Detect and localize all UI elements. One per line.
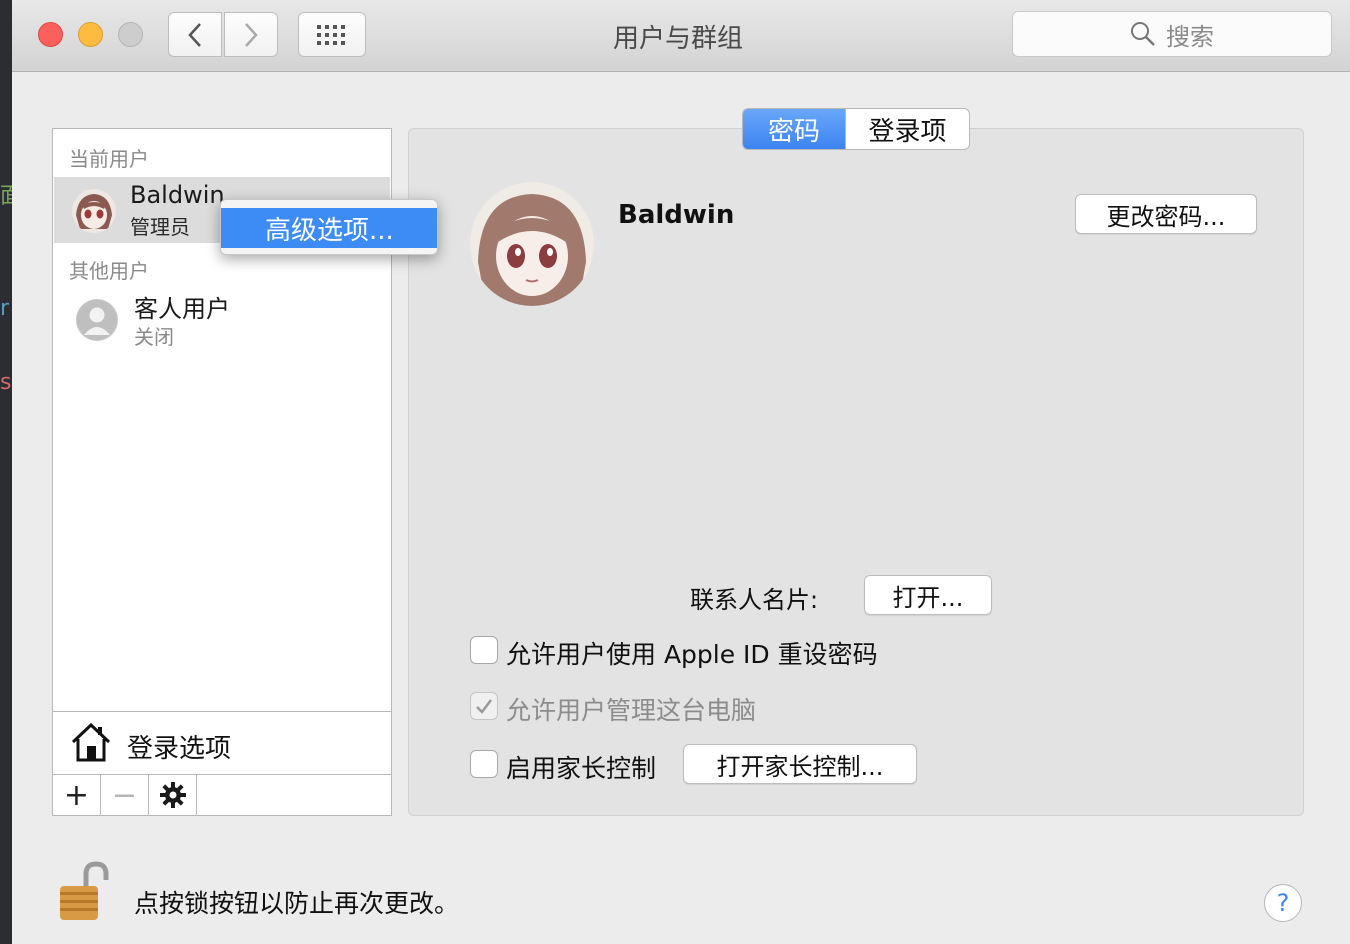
- chevron-right-icon: [245, 22, 258, 47]
- selected-user-name: Baldwin: [618, 200, 735, 230]
- contact-card-label: 联系人名片:: [690, 586, 819, 614]
- forward-button[interactable]: [224, 12, 278, 57]
- change-password-button[interactable]: 更改密码...: [1075, 194, 1257, 234]
- parental-controls-label: 启用家长控制: [506, 754, 657, 783]
- user-avatar-large[interactable]: [470, 182, 594, 306]
- user-role: 管理员: [130, 215, 190, 239]
- apple-id-reset-label: 允许用户使用 Apple ID 重设密码: [506, 640, 878, 669]
- advanced-options-menu-item[interactable]: 高级选项...: [221, 208, 437, 248]
- search-field[interactable]: 搜索: [1012, 11, 1332, 57]
- grid-icon: [317, 24, 345, 45]
- guest-name: 客人用户: [134, 295, 230, 323]
- gear-icon: [159, 782, 186, 808]
- user-name: Baldwin: [130, 181, 225, 209]
- open-parental-controls-button[interactable]: 打开家长控制...: [683, 744, 917, 784]
- list-toolbar: + −: [53, 775, 391, 815]
- lock-icon[interactable]: [58, 860, 110, 924]
- minimize-window-button[interactable]: [78, 22, 103, 47]
- current-users-heading: 当前用户: [69, 147, 149, 171]
- window-title: 用户与群组: [612, 24, 743, 54]
- admin-label: 允许用户管理这台电脑: [506, 696, 757, 725]
- back-button[interactable]: [168, 12, 222, 57]
- guest-avatar-icon: [76, 299, 118, 341]
- zoom-window-button[interactable]: [118, 22, 143, 47]
- lock-message: 点按锁按钮以防止再次更改。: [134, 889, 460, 918]
- remove-user-button[interactable]: −: [101, 775, 149, 815]
- admin-checkbox: [470, 692, 498, 720]
- checkmark-icon: [476, 699, 492, 714]
- other-users-heading: 其他用户: [69, 259, 149, 283]
- action-menu-button[interactable]: [149, 775, 197, 815]
- tab-login-items[interactable]: 登录项: [845, 109, 969, 149]
- title-bar: 用户与群组 搜索: [12, 0, 1350, 72]
- show-all-button[interactable]: [298, 12, 366, 57]
- open-contact-card-button[interactable]: 打开...: [864, 575, 992, 615]
- tab-password[interactable]: 密码: [743, 109, 845, 149]
- panel-tabs: 密码 登录项: [742, 108, 970, 150]
- apple-id-reset-checkbox[interactable]: [470, 636, 498, 664]
- help-button[interactable]: ?: [1264, 884, 1302, 922]
- search-icon: [1131, 22, 1155, 46]
- add-user-button[interactable]: +: [53, 775, 101, 815]
- desktop-edge-glyph: r: [0, 296, 10, 321]
- desktop-edge-glyph: s: [0, 370, 12, 395]
- desktop-edge-glyph: 面: [0, 184, 12, 209]
- login-options-row[interactable]: 登录选项: [53, 711, 391, 775]
- chevron-left-icon: [188, 22, 201, 47]
- user-row-guest[interactable]: 客人用户 关闭: [54, 285, 390, 355]
- context-menu: 高级选项...: [220, 199, 438, 255]
- house-icon: [71, 722, 111, 762]
- login-options-label: 登录选项: [127, 734, 232, 764]
- avatar: [72, 189, 116, 233]
- users-groups-window: 用户与群组 搜索 当前用户 Baldwin 管理员 其他用户 客人用户 关闭 登…: [12, 0, 1350, 944]
- close-window-button[interactable]: [38, 22, 63, 47]
- search-placeholder: 搜索: [1166, 22, 1214, 51]
- parental-controls-checkbox[interactable]: [470, 750, 498, 778]
- guest-status: 关闭: [134, 325, 174, 349]
